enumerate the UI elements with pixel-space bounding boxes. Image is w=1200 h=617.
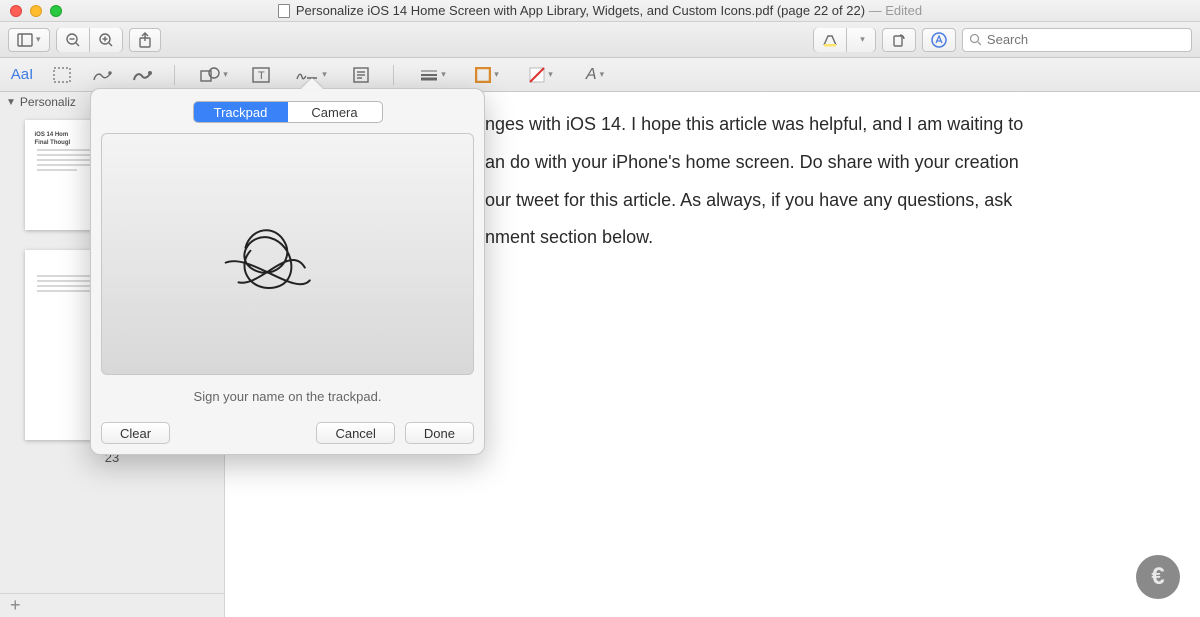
- chevron-down-icon: ▾: [548, 69, 553, 80]
- sidebar-doc-label: Personaliz: [20, 95, 76, 109]
- tab-trackpad[interactable]: Trackpad: [194, 102, 288, 122]
- document-icon: [278, 4, 290, 18]
- chevron-down-icon: ▾: [223, 69, 228, 80]
- search-field[interactable]: [962, 28, 1192, 52]
- tab-camera[interactable]: Camera: [288, 102, 382, 122]
- markup-toolbar: AaI ▾ T ▾ ▾ ▾ ▾ A ▾: [0, 58, 1200, 92]
- text-style-button[interactable]: AaI: [12, 65, 32, 85]
- highlight-menu-button[interactable]: ▾: [847, 28, 875, 52]
- popover-footer: Clear Cancel Done: [101, 422, 474, 444]
- doc-line: nges with iOS 14. I hope this article wa…: [485, 106, 1160, 144]
- zoom-in-button[interactable]: [90, 28, 122, 52]
- sketch-button[interactable]: [92, 65, 112, 85]
- draw-button[interactable]: [132, 65, 152, 85]
- done-button[interactable]: Done: [405, 422, 474, 444]
- add-page-button[interactable]: +: [10, 595, 21, 616]
- sidebar-footer: +: [0, 593, 224, 617]
- signature-hint: Sign your name on the trackpad.: [101, 389, 474, 404]
- window-edited-label: — Edited: [865, 3, 922, 18]
- watermark-badge: €: [1136, 555, 1180, 599]
- disclosure-triangle-icon: ▼: [6, 97, 16, 108]
- font-style-button[interactable]: A ▾: [578, 65, 612, 85]
- shapes-button[interactable]: ▾: [197, 65, 231, 85]
- border-style-button[interactable]: ▾: [416, 65, 450, 85]
- note-button[interactable]: [351, 65, 371, 85]
- chevron-down-icon: ▾: [36, 34, 41, 45]
- doc-line: our tweet for this article. As always, i…: [485, 182, 1160, 220]
- font-a-icon: A: [586, 66, 597, 84]
- doc-line: nment section below.: [485, 219, 1160, 257]
- main-toolbar: ▾ ▾: [0, 22, 1200, 58]
- zoom-group: [56, 28, 123, 52]
- svg-text:T: T: [258, 70, 265, 82]
- chevron-down-icon: ▾: [441, 69, 446, 80]
- rotate-button[interactable]: [882, 28, 916, 52]
- highlight-button[interactable]: [814, 28, 847, 52]
- close-button[interactable]: [10, 5, 22, 17]
- highlight-group: ▾: [813, 28, 876, 52]
- window-title: Personalize iOS 14 Home Screen with App …: [0, 3, 1200, 18]
- text-box-button[interactable]: T: [251, 65, 271, 85]
- window-title-text: Personalize iOS 14 Home Screen with App …: [296, 3, 865, 18]
- trackpad-signature-area[interactable]: [101, 133, 474, 375]
- chevron-down-icon: ▾: [860, 34, 865, 45]
- doc-line: an do with your iPhone's home screen. Do…: [485, 144, 1160, 182]
- rect-select-button[interactable]: [52, 65, 72, 85]
- sidebar-view-button[interactable]: ▾: [8, 28, 50, 52]
- clear-button[interactable]: Clear: [101, 422, 170, 444]
- signature-popover: Trackpad Camera Sign your name on the tr…: [90, 88, 485, 455]
- cancel-button[interactable]: Cancel: [316, 422, 394, 444]
- share-button[interactable]: [129, 28, 161, 52]
- titlebar: Personalize iOS 14 Home Screen with App …: [0, 0, 1200, 22]
- border-color-button[interactable]: ▾: [470, 65, 504, 85]
- markup-button[interactable]: [922, 28, 956, 52]
- chevron-down-icon: ▾: [494, 69, 499, 80]
- traffic-lights: [10, 5, 62, 17]
- minimize-button[interactable]: [30, 5, 42, 17]
- search-input[interactable]: [987, 32, 1185, 47]
- chevron-down-icon: ▾: [600, 69, 605, 80]
- search-icon: [969, 33, 981, 46]
- zoom-out-button[interactable]: [57, 28, 90, 52]
- signature-source-segmented: Trackpad Camera: [193, 101, 383, 123]
- fullscreen-button[interactable]: [50, 5, 62, 17]
- fill-color-button[interactable]: ▾: [524, 65, 558, 85]
